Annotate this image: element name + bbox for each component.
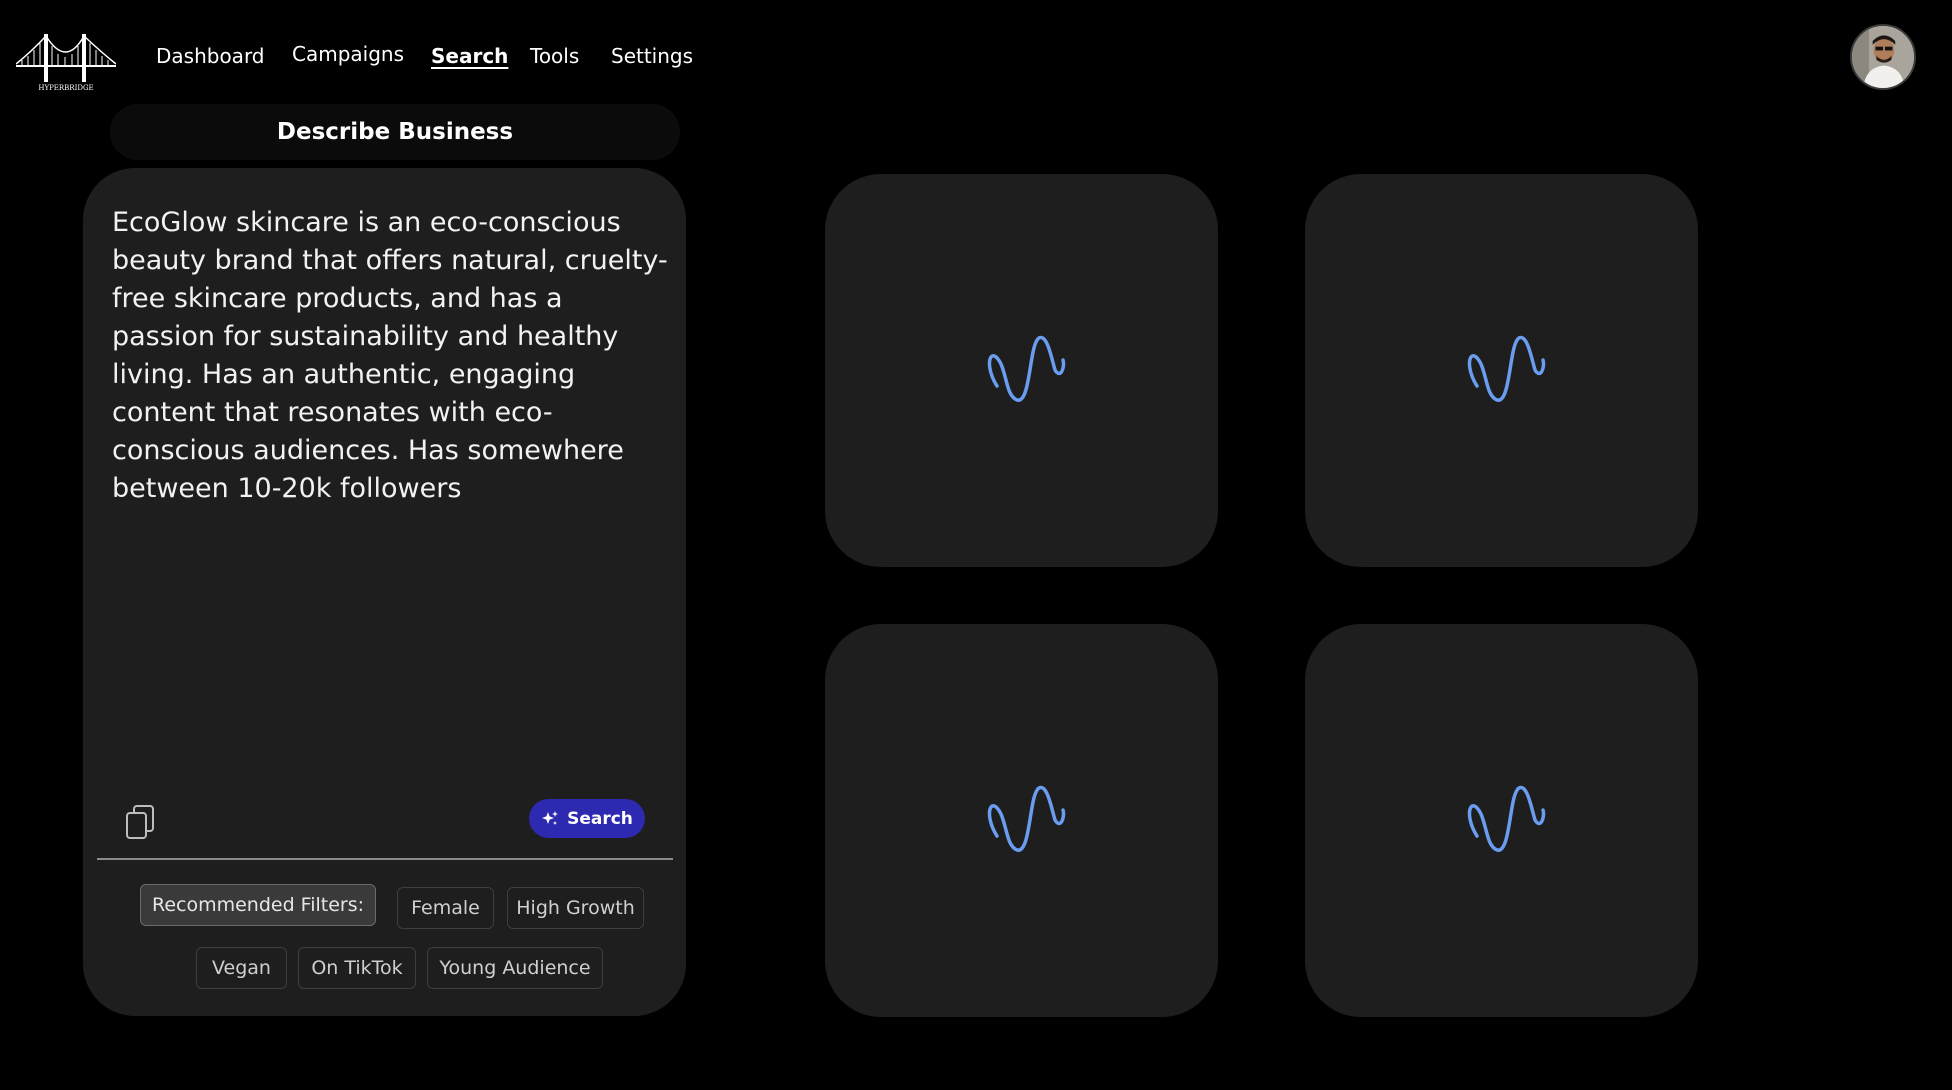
user-avatar[interactable] <box>1850 24 1916 90</box>
loading-wave-icon <box>987 785 1065 852</box>
section-title-text: Describe Business <box>276 119 514 145</box>
hyperbridge-logo[interactable]: HYPERBRIDGE <box>16 30 116 96</box>
bridge-logo-icon: HYPERBRIDGE <box>16 34 116 92</box>
search-button[interactable]: Search <box>529 799 645 838</box>
svg-text:HYPERBRIDGE: HYPERBRIDGE <box>38 84 93 92</box>
result-card-loading <box>825 624 1218 1017</box>
search-button-label: Search <box>567 808 633 829</box>
divider <box>97 858 673 860</box>
loading-wave-icon <box>1467 335 1545 402</box>
nav-tools[interactable]: Tools <box>530 44 579 68</box>
filter-chip-young-audience[interactable]: Young Audience <box>427 947 603 989</box>
sparkle-icon <box>542 810 559 825</box>
filter-chip-female[interactable]: Female <box>397 887 494 929</box>
nav-search[interactable]: Search <box>431 44 508 68</box>
result-card-loading <box>1305 624 1698 1017</box>
nav-settings[interactable]: Settings <box>611 44 693 68</box>
loading-wave-icon <box>987 335 1065 402</box>
nav-dashboard[interactable]: Dashboard <box>156 44 265 68</box>
filter-chip-on-tiktok[interactable]: On TikTok <box>298 947 416 989</box>
business-description-input[interactable]: EcoGlow skincare is an eco-conscious bea… <box>112 204 674 508</box>
result-card-loading <box>1305 174 1698 567</box>
search-page: HYPERBRIDGE Dashboard Campaigns Search T… <box>0 0 1952 1090</box>
loading-wave-icon <box>1467 785 1545 852</box>
section-title: Describe Business <box>110 104 680 160</box>
filter-chip-vegan[interactable]: Vegan <box>196 947 287 989</box>
nav-campaigns[interactable]: Campaigns <box>292 42 404 66</box>
copy-icon[interactable] <box>125 804 155 840</box>
recommended-filters-label: Recommended Filters: <box>140 884 376 926</box>
description-panel: EcoGlow skincare is an eco-conscious bea… <box>83 168 686 1016</box>
user-photo-icon <box>1852 26 1914 88</box>
result-card-loading <box>825 174 1218 567</box>
filter-chip-high-growth[interactable]: High Growth <box>507 887 644 929</box>
